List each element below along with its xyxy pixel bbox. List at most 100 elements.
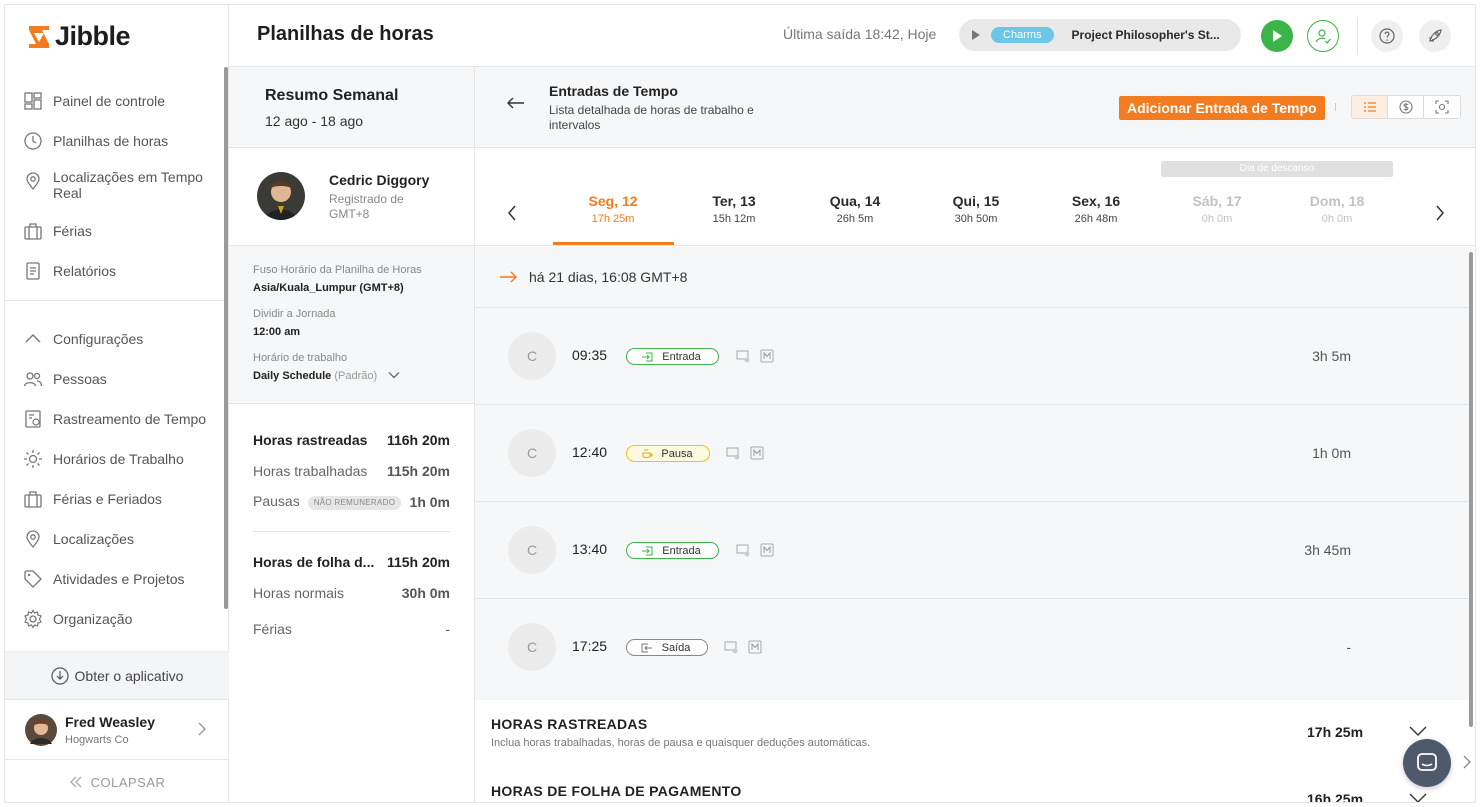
download-icon (50, 666, 69, 685)
sidebar-item-activities[interactable]: Atividades e Projetos (5, 565, 225, 605)
day-tab-sun[interactable]: Dom, 18 0h 0m (1277, 193, 1397, 225)
entry-time: 13:40 (572, 541, 608, 557)
chevron-down-icon (1409, 793, 1427, 802)
employee-card[interactable]: Cedric Diggory Registrado de GMT+8 (229, 148, 474, 246)
sidebar-item-timesheets[interactable]: Planilhas de horas (5, 127, 225, 167)
sidebar-scrollbar[interactable] (224, 67, 228, 609)
page-title: Planilhas de horas (257, 23, 434, 45)
user-org: Hogwarts Co (65, 733, 129, 746)
sidebar-item-dashboard[interactable]: Painel de controle (5, 87, 225, 127)
chat-icon (1417, 753, 1437, 771)
jibble-logo[interactable]: Jibble (27, 21, 131, 52)
schedule-label: Horário de trabalho (253, 352, 348, 364)
last-clock-out: Última saída 18:42, Hoje (783, 26, 937, 42)
sidebar-item-organization[interactable]: Organização (5, 605, 225, 645)
employee-name: Cedric Diggory (329, 172, 430, 188)
tracked-hours-total[interactable]: HORAS RASTREADAS Inclua horas trabalhada… (475, 700, 1473, 767)
chevron-left-icon[interactable] (507, 205, 517, 221)
time-entry-row[interactable]: C 13:40 Entrada 3h 45m (475, 502, 1473, 599)
sidebar-item-holidays[interactable]: Férias e Feriados (5, 485, 225, 525)
sidebar-item-work-schedules[interactable]: Horários de Trabalho (5, 445, 225, 485)
divider (1335, 103, 1336, 111)
time-entries-list: há 21 dias, 16:08 GMT+8 C 09:35 Entrada … (475, 247, 1473, 700)
timezone-value: Asia/Kuala_Lumpur (GMT+8) (253, 282, 404, 294)
get-app-button[interactable]: Obter o aplicativo (5, 651, 229, 699)
suitcase-icon (24, 491, 42, 508)
sidebar-item-time-tracking[interactable]: Rastreamento de Tempo (5, 405, 225, 445)
clock-in-badge: Entrada (626, 348, 719, 365)
chevron-right-icon[interactable] (1435, 205, 1445, 221)
view-list-button[interactable] (1352, 96, 1388, 118)
chat-launcher-button[interactable] (1403, 739, 1451, 787)
entry-time: 17:25 (572, 638, 608, 654)
clock-out-badge: Saída (626, 639, 708, 656)
day-tab-tue[interactable]: Ter, 13 15h 12m (674, 193, 794, 225)
kiosk-user-button[interactable] (1307, 20, 1339, 52)
clock-in-badge: Entrada (626, 542, 719, 559)
breaks-row: Pausas NÃO REMUNERADO 1h 0m (253, 493, 450, 510)
gear-icon (24, 609, 42, 629)
computer-icon (726, 447, 740, 460)
dollar-icon (1398, 100, 1413, 114)
help-button[interactable] (1371, 20, 1403, 52)
clock-icon (24, 132, 42, 150)
day-tab-thu[interactable]: Qui, 15 30h 50m (916, 193, 1036, 225)
rocket-gear-icon (1429, 29, 1442, 42)
help-icon (1379, 28, 1395, 44)
list-icon (1363, 102, 1376, 112)
activity-tag: Charms (991, 27, 1054, 43)
unpaid-badge: NÃO REMUNERADO (307, 495, 402, 510)
chevron-right-icon[interactable] (1463, 755, 1471, 769)
location-pin-icon (26, 530, 40, 549)
day-totals: HORAS RASTREADAS Inclua horas trabalhada… (475, 700, 1473, 802)
time-entry-row[interactable]: C 09:35 Entrada 3h 5m (475, 308, 1473, 405)
sidebar-item-reports[interactable]: Relatórios (5, 257, 225, 297)
chevron-right-icon (198, 722, 206, 736)
view-cost-button[interactable] (1388, 96, 1424, 118)
day-tab-wed[interactable]: Qua, 14 26h 5m (795, 193, 915, 225)
jibble-logo-icon (29, 25, 49, 48)
clock-in-button[interactable] (1261, 20, 1293, 52)
entry-duration: - (1346, 639, 1351, 655)
entry-avatar: C (508, 429, 556, 477)
add-time-entry-button[interactable]: Adicionar Entrada de Tempo (1119, 96, 1325, 120)
summary-header: Resumo Semanal 12 ago - 18 ago (229, 67, 474, 148)
sidebar-item-leave[interactable]: Férias (5, 217, 225, 257)
manual-entry-icon (750, 446, 764, 460)
day-tab-fri[interactable]: Sex, 16 26h 48m (1036, 193, 1156, 225)
entry-group-label: há 21 dias, 16:08 GMT+8 (529, 269, 688, 285)
tag-icon (24, 570, 42, 588)
collapse-button[interactable]: COLAPSAR (5, 759, 229, 802)
sidebar-item-label: Atividades e Projetos (53, 571, 185, 587)
payroll-hours-total[interactable]: HORAS DE FOLHA DE PAGAMENTO 16h 25m (475, 767, 1473, 802)
main-scrollbar[interactable] (1469, 252, 1473, 727)
timezone-label: Fuso Horário da Planilha de Horas (253, 264, 422, 276)
sidebar-item-people[interactable]: Pessoas (5, 365, 225, 405)
arrow-left-icon[interactable] (507, 97, 525, 109)
sidebar-item-locations[interactable]: Localizações (5, 525, 225, 565)
main-nav: Painel de controle Planilhas de horas Lo… (5, 87, 225, 297)
entry-avatar: C (508, 623, 556, 671)
manual-entry-icon (748, 640, 762, 654)
schedule-dropdown[interactable]: Daily Schedule (Padrão) (253, 370, 474, 382)
sidebar-item-label: Férias e Feriados (53, 491, 162, 507)
entry-avatar: C (508, 526, 556, 574)
sidebar-item-settings[interactable]: Configurações (5, 325, 225, 365)
time-entry-row[interactable]: C 17:25 Saída - (475, 599, 1473, 696)
clock-in-icon (642, 352, 653, 361)
timer-widget[interactable]: Charms Project Philosopher's St... (959, 19, 1241, 51)
split-value: 12:00 am (253, 326, 301, 338)
sidebar-item-label: Configurações (53, 331, 144, 347)
user-profile[interactable]: Fred Weasley Hogwarts Co (5, 699, 229, 759)
view-face-button[interactable] (1424, 96, 1460, 118)
time-entry-row[interactable]: C 12:40 Pausa 1h 0m (475, 405, 1473, 502)
integrations-button[interactable] (1419, 20, 1451, 52)
sidebar-item-label: Painel de controle (53, 93, 166, 109)
day-tab-mon[interactable]: Seg, 12 17h 25m (553, 193, 673, 225)
sidebar-item-label: Férias (53, 223, 92, 239)
chevron-up-icon (25, 334, 41, 343)
divider (5, 300, 225, 301)
sidebar-item-label: Pessoas (53, 371, 107, 387)
day-tab-sat[interactable]: Sáb, 17 0h 0m (1157, 193, 1277, 225)
sidebar-item-live-locations[interactable]: Localizações em Tempo Real (5, 167, 225, 217)
